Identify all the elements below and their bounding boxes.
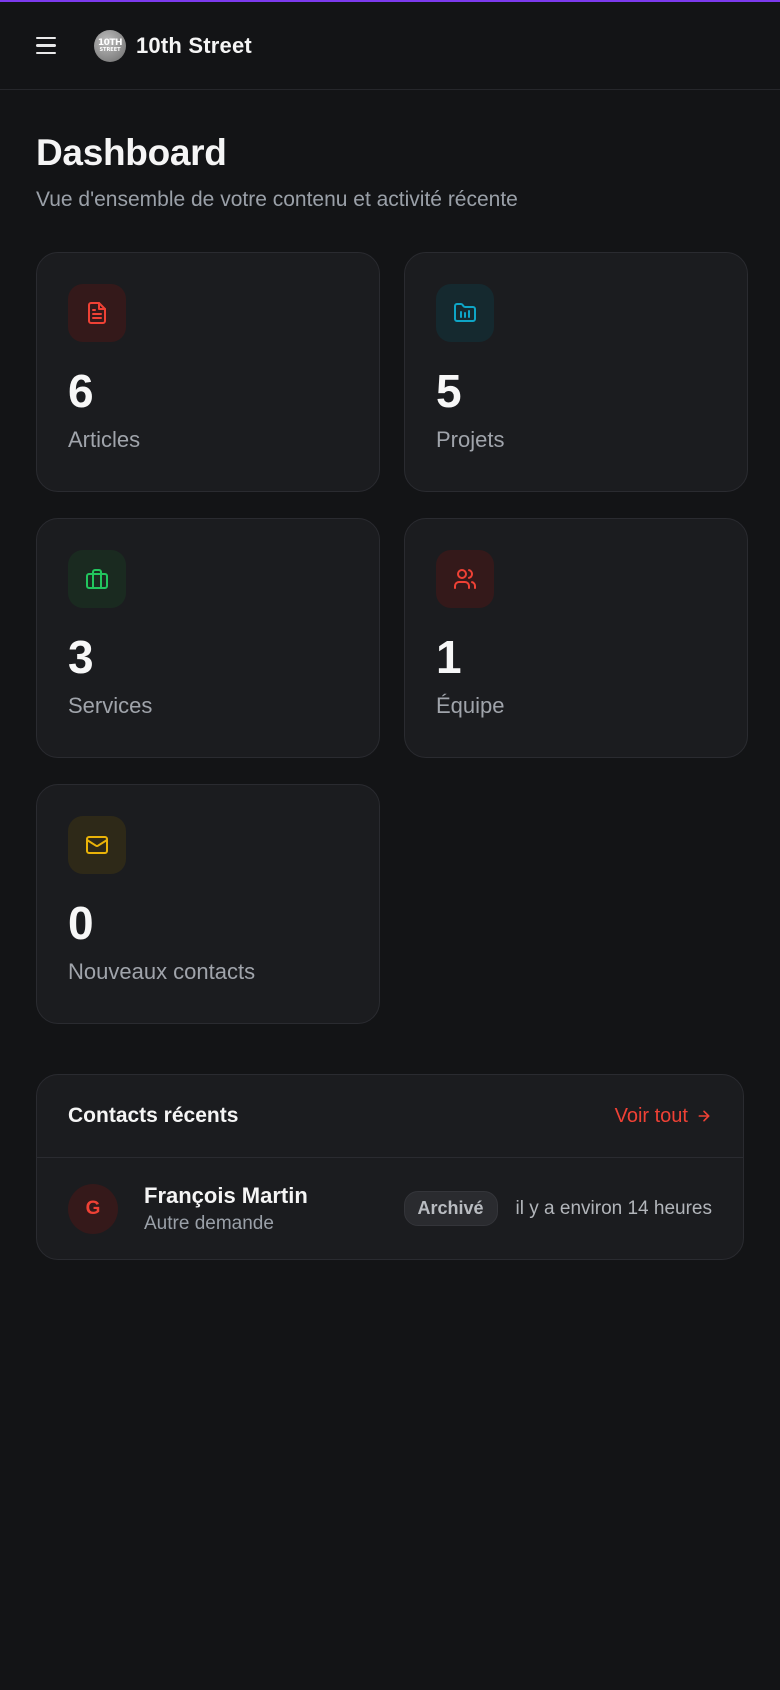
status-badge: Archivé xyxy=(403,1191,498,1226)
stat-label: Articles xyxy=(68,426,141,452)
stat-value: 3 xyxy=(68,631,94,683)
brand-name: 10th Street xyxy=(136,32,252,58)
contact-name: François Martin xyxy=(144,1182,308,1208)
see-all-label: Voir tout xyxy=(614,1104,688,1127)
main-content: Dashboard Vue d'ensemble de votre conten… xyxy=(0,90,780,1260)
folder-chart-icon xyxy=(436,284,494,342)
arrow-right-icon xyxy=(698,1110,710,1122)
recent-contacts-title: Contacts récents xyxy=(68,1104,239,1127)
users-icon xyxy=(436,550,494,608)
stat-value: 1 xyxy=(436,631,462,683)
hamburger-menu-icon[interactable] xyxy=(36,34,60,58)
page-subtitle: Vue d'ensemble de votre contenu et activ… xyxy=(36,188,518,211)
stat-card-equipe[interactable]: 1 Équipe xyxy=(404,518,748,758)
page-title: Dashboard xyxy=(36,132,227,173)
document-icon xyxy=(68,284,126,342)
stat-label: Équipe xyxy=(436,692,505,718)
mail-icon xyxy=(68,816,126,874)
stat-card-nouveaux-contacts[interactable]: 0 Nouveaux contacts xyxy=(36,784,380,1024)
recent-contacts-panel: Contacts récents Voir tout G François Ma… xyxy=(36,1074,744,1260)
list-item[interactable]: G François Martin Autre demande Archivé … xyxy=(37,1158,743,1259)
stat-value: 0 xyxy=(68,897,94,949)
avatar: G xyxy=(68,1183,118,1234)
contact-info: François Martin Autre demande xyxy=(144,1183,404,1235)
stats-grid: 6 Articles 5 Projets 3 Services 1 Équipe… xyxy=(36,252,748,1024)
recent-contacts-header: Contacts récents Voir tout xyxy=(37,1075,743,1158)
see-all-link[interactable]: Voir tout xyxy=(615,1105,712,1128)
stat-label: Projets xyxy=(436,426,505,452)
stat-label: Services xyxy=(68,692,153,718)
contact-type: Autre demande xyxy=(144,1212,274,1234)
logo: 10TH STREET xyxy=(94,29,126,62)
stat-label: Nouveaux contacts xyxy=(68,958,256,984)
stat-card-services[interactable]: 3 Services xyxy=(36,518,380,758)
brand[interactable]: 10TH STREET 10th Street xyxy=(94,29,252,62)
contact-time: il y a environ 14 heures xyxy=(515,1197,712,1219)
top-bar: 10TH STREET 10th Street xyxy=(0,2,780,90)
stat-card-articles[interactable]: 6 Articles xyxy=(36,252,380,492)
stat-card-projets[interactable]: 5 Projets xyxy=(404,252,748,492)
stat-value: 6 xyxy=(68,365,94,417)
stat-value: 5 xyxy=(436,365,462,417)
briefcase-icon xyxy=(68,550,126,608)
